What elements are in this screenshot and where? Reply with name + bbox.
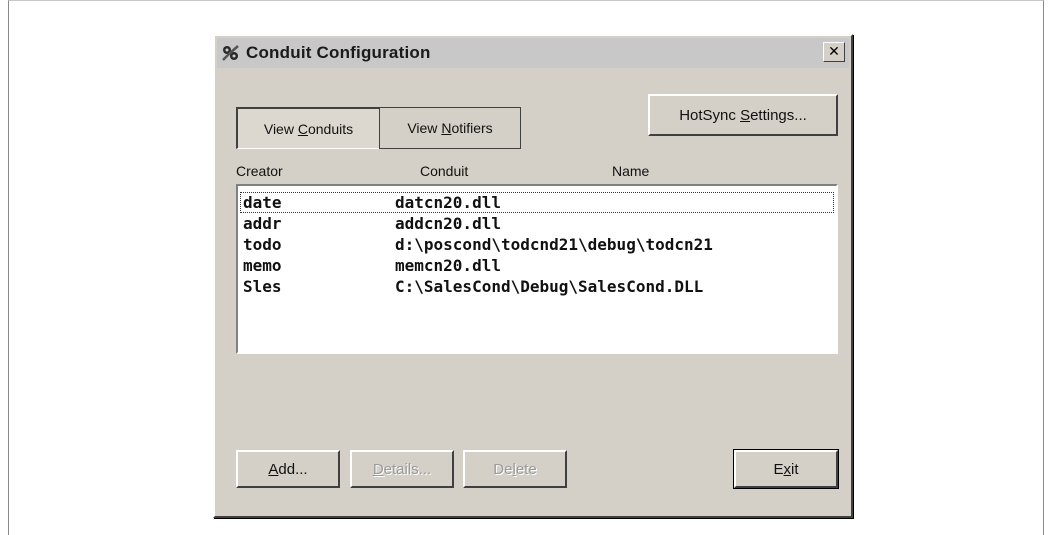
creator-cell: todo xyxy=(243,235,282,254)
hotsync-settings-button[interactable]: HotSync Settings... xyxy=(648,94,838,136)
tab-view-notifiers[interactable]: View Notifiers xyxy=(379,107,521,149)
tab-view-notifiers-label: View Notifiers xyxy=(407,120,493,136)
close-button[interactable]: ✕ xyxy=(823,42,845,62)
delete-button[interactable]: Delete xyxy=(463,450,567,488)
tab-view-conduits[interactable]: View Conduits xyxy=(236,107,380,149)
hotsync-app-icon xyxy=(222,45,239,61)
creator-cell: Sles xyxy=(243,277,282,296)
details-button[interactable]: Details... xyxy=(350,450,454,488)
creator-cell: memo xyxy=(243,256,282,275)
delete-button-label: Delete xyxy=(493,460,537,478)
creator-cell: addr xyxy=(243,214,282,233)
add-button[interactable]: Add... xyxy=(236,450,340,488)
list-item[interactable]: memo memcn20.dll xyxy=(240,255,834,276)
list-item[interactable]: Sles C:\SalesCond\Debug\SalesCond.DLL xyxy=(240,276,834,297)
conduit-cell: addcn20.dll xyxy=(395,214,501,233)
column-header-name[interactable]: Name xyxy=(612,163,649,179)
list-item[interactable]: todo d:\poscond\todcnd21\debug\todcn21 xyxy=(240,234,834,255)
tab-view-conduits-label: View Conduits xyxy=(263,120,354,137)
hotsync-settings-label: HotSync Settings... xyxy=(679,106,807,124)
window-title: Conduit Configuration xyxy=(246,43,431,62)
exit-button[interactable]: Exit xyxy=(733,449,839,489)
exit-button-label: Exit xyxy=(773,460,799,478)
column-header-creator[interactable]: Creator xyxy=(236,163,283,179)
title-bar[interactable]: Conduit Configuration ✕ xyxy=(217,38,849,68)
list-item[interactable]: date datcn20.dll xyxy=(240,192,834,213)
close-icon: ✕ xyxy=(828,44,840,60)
details-button-label: Details... xyxy=(372,460,432,478)
creator-cell: date xyxy=(243,193,282,212)
conduit-list[interactable]: date datcn20.dll addr addcn20.dll todo d… xyxy=(236,184,838,354)
conduit-cell: memcn20.dll xyxy=(395,256,501,275)
conduit-cell: d:\poscond\todcnd21\debug\todcn21 xyxy=(395,235,713,254)
column-header-conduit[interactable]: Conduit xyxy=(420,163,468,179)
conduit-cell: C:\SalesCond\Debug\SalesCond.DLL xyxy=(395,277,704,296)
add-button-label: Add... xyxy=(268,460,308,478)
list-item[interactable]: addr addcn20.dll xyxy=(240,213,834,234)
conduit-cell: datcn20.dll xyxy=(395,193,501,212)
